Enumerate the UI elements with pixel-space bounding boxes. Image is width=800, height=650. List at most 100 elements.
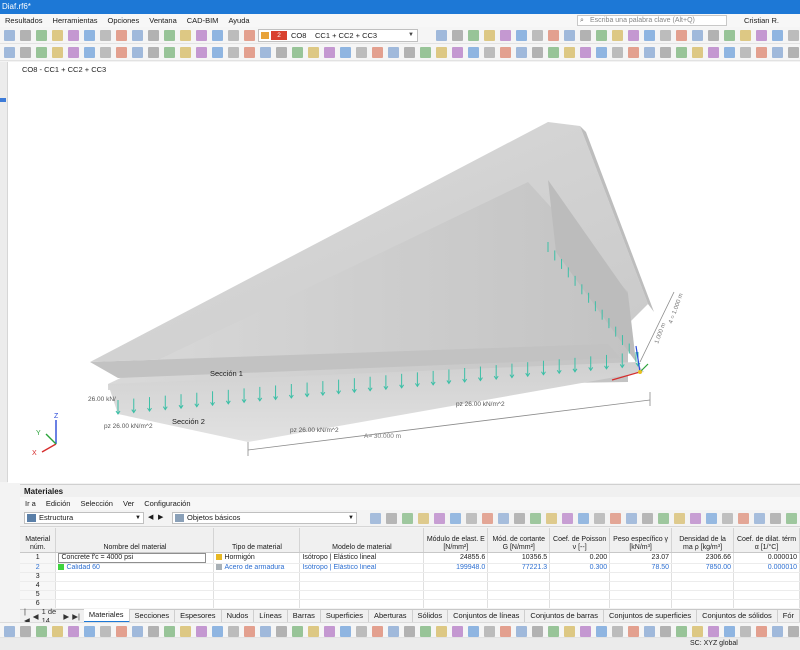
toolbar-tool-icon[interactable] — [276, 47, 287, 58]
toolbar-tool-icon[interactable] — [708, 30, 719, 41]
cell-rho[interactable] — [671, 572, 735, 582]
table-tool-icon[interactable] — [610, 513, 621, 524]
table-tool-icon[interactable] — [482, 513, 493, 524]
toolbar-tool-icon[interactable] — [4, 47, 15, 58]
drawing-tool-icon[interactable] — [468, 626, 479, 637]
keyword-search-input[interactable]: ⌕ Escriba una palabra clave (Alt+Q) — [577, 15, 727, 26]
drawing-tool-icon[interactable] — [580, 626, 591, 637]
toolbar-tool-icon[interactable] — [564, 30, 575, 41]
drawing-tool-icon[interactable] — [308, 626, 319, 637]
toolbar-tool-icon[interactable] — [564, 47, 575, 58]
drawing-tool-icon[interactable] — [788, 626, 799, 637]
chevron-down-icon[interactable]: ▼ — [135, 513, 141, 523]
tab-solidos[interactable]: Sólidos — [413, 610, 449, 622]
table-tool-icon[interactable] — [514, 513, 525, 524]
drawing-tool-icon[interactable] — [84, 626, 95, 637]
table-tool-icon[interactable] — [578, 513, 589, 524]
table-tool-icon[interactable] — [450, 513, 461, 524]
toolbar-tool-icon[interactable] — [340, 47, 351, 58]
menu-herramientas[interactable]: Herramientas — [48, 14, 103, 27]
cell-rho[interactable]: 2306.66 — [671, 552, 735, 564]
cell-E[interactable] — [423, 590, 489, 600]
col-header-num[interactable]: Material núm. — [20, 528, 57, 553]
drawing-tool-icon[interactable] — [100, 626, 111, 637]
table-row[interactable]: 2 Calidad 60 Acero de armadura Isótropo | E… — [20, 563, 800, 573]
toolbar-tool-icon[interactable] — [788, 30, 799, 41]
cell-model[interactable] — [299, 590, 425, 600]
toolbar-tool-icon[interactable] — [164, 47, 175, 58]
drawing-tool-icon[interactable] — [340, 626, 351, 637]
cell-G[interactable] — [487, 599, 551, 608]
cell-G[interactable] — [487, 581, 551, 591]
toolbar-tool-icon[interactable] — [660, 47, 671, 58]
drawing-tool-icon[interactable] — [52, 626, 63, 637]
next-arrow-icon[interactable]: ▶ — [158, 513, 163, 521]
toolbar-tool-icon[interactable] — [772, 47, 783, 58]
tab-conjuntos-lineas[interactable]: Conjuntos de líneas — [448, 610, 526, 622]
cell-type[interactable]: Acero de armadura — [213, 563, 301, 573]
drawing-tool-icon[interactable] — [388, 626, 399, 637]
drawing-tool-icon[interactable] — [628, 626, 639, 637]
cell-nu[interactable] — [549, 581, 611, 591]
cell-E[interactable]: 24855.6 — [423, 552, 489, 564]
toolbar-tool-icon[interactable] — [164, 30, 175, 41]
cell-model[interactable] — [299, 581, 425, 591]
tab-nudos[interactable]: Nudos — [222, 610, 255, 622]
table-tool-icon[interactable] — [530, 513, 541, 524]
toolbar-tool-icon[interactable] — [596, 30, 607, 41]
toolbar-tool-icon[interactable] — [116, 47, 127, 58]
drawing-tool-icon[interactable] — [500, 626, 511, 637]
table-tool-icon[interactable] — [770, 513, 781, 524]
toolbar-tool-icon[interactable] — [100, 30, 111, 41]
toolbar-tool-icon[interactable] — [244, 47, 255, 58]
load-combination-selector[interactable]: 2 CO8 CC1 + CC2 + CC3 ▼ — [258, 29, 418, 42]
menu-resultados[interactable]: Resultados — [0, 14, 48, 27]
toolbar-tool-icon[interactable] — [500, 47, 511, 58]
tab-formulas[interactable]: Fór — [778, 610, 800, 622]
toolbar-tool-icon[interactable] — [468, 47, 479, 58]
cell-alpha[interactable] — [733, 572, 800, 582]
cell-name[interactable] — [55, 581, 215, 591]
table-tool-icon[interactable] — [642, 513, 653, 524]
table-tool-icon[interactable] — [434, 513, 445, 524]
table-tool-icon[interactable] — [738, 513, 749, 524]
drawing-tool-icon[interactable] — [20, 626, 31, 637]
toolbar-tool-icon[interactable] — [132, 30, 143, 41]
drawing-tool-icon[interactable] — [180, 626, 191, 637]
toolbar-tool-icon[interactable] — [516, 47, 527, 58]
tab-superficies[interactable]: Superficies — [321, 610, 369, 622]
toolbar-tool-icon[interactable] — [580, 30, 591, 41]
toolbar-tool-icon[interactable] — [132, 47, 143, 58]
toolbar-tool-icon[interactable] — [180, 47, 191, 58]
table-tool-icon[interactable] — [754, 513, 765, 524]
drawing-tool-icon[interactable] — [260, 626, 271, 637]
tab-barras[interactable]: Barras — [288, 610, 321, 622]
drawing-tool-icon[interactable] — [212, 626, 223, 637]
toolbar-tool-icon[interactable] — [100, 47, 111, 58]
toolbar-tool-icon[interactable] — [580, 47, 591, 58]
drawing-tool-icon[interactable] — [244, 626, 255, 637]
next-page-icon[interactable]: ▶ — [63, 612, 69, 621]
table-tool-icon[interactable] — [722, 513, 733, 524]
table-tool-icon[interactable] — [594, 513, 605, 524]
toolbar-tool-icon[interactable] — [484, 47, 495, 58]
toolbar-tool-icon[interactable] — [484, 30, 495, 41]
cell-type[interactable] — [213, 590, 301, 600]
last-page-icon[interactable]: ▶| — [72, 612, 80, 621]
table-tool-icon[interactable] — [786, 513, 797, 524]
cell-alpha[interactable] — [733, 599, 800, 608]
cell-nu[interactable] — [549, 572, 611, 582]
cell-gamma[interactable] — [609, 572, 673, 582]
col-header-weight[interactable]: Peso específico γ [kN/m³] — [609, 528, 673, 553]
table-tool-icon[interactable] — [402, 513, 413, 524]
table-tool-icon[interactable] — [418, 513, 429, 524]
drawing-tool-icon[interactable] — [756, 626, 767, 637]
cell-nu[interactable]: 0.300 — [549, 563, 611, 573]
drawing-tool-icon[interactable] — [36, 626, 47, 637]
drawing-tool-icon[interactable] — [324, 626, 335, 637]
table-row[interactable]: 4 — [20, 581, 800, 591]
cell-gamma[interactable]: 23.07 — [609, 552, 673, 564]
toolbar-tool-icon[interactable] — [532, 30, 543, 41]
toolbar-tool-icon[interactable] — [772, 30, 783, 41]
cell-type[interactable] — [213, 572, 301, 582]
